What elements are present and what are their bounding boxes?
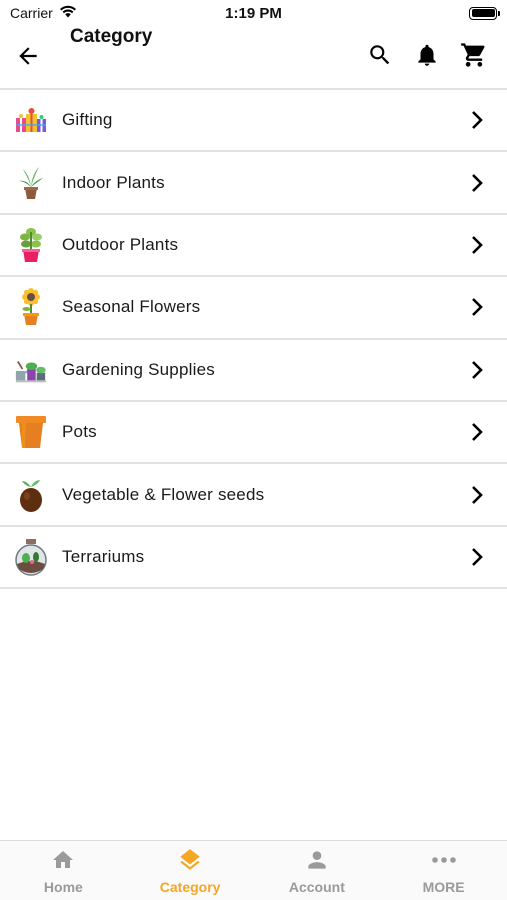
cart-icon	[461, 43, 485, 67]
chevron-right-icon	[472, 236, 483, 254]
nav-home[interactable]: Home	[0, 841, 127, 900]
nav-more[interactable]: MORE	[380, 841, 507, 900]
cart-button[interactable]	[459, 40, 489, 70]
nav-category[interactable]: Category	[127, 841, 254, 900]
battery-icon	[469, 6, 500, 20]
category-screen: Carrier 1:19 PM Category Gifting Indoor …	[0, 0, 507, 900]
seed-icon	[14, 475, 48, 515]
category-item-pots[interactable]: Pots	[0, 402, 507, 465]
nav-label: Account	[288, 878, 345, 895]
category-label: Seasonal Flowers	[62, 297, 201, 317]
header-actions	[365, 40, 489, 70]
category-item-gifting[interactable]: Gifting	[0, 90, 507, 153]
category-label: Pots	[62, 422, 97, 442]
wifi-icon	[59, 5, 77, 21]
category-label: Vegetable & Flower seeds	[62, 484, 265, 504]
back-arrow-icon	[19, 47, 37, 65]
page-title: Category	[70, 26, 153, 47]
status-left: Carrier	[10, 5, 77, 21]
person-icon	[304, 847, 330, 873]
notifications-button[interactable]	[412, 40, 442, 70]
chevron-right-icon	[472, 548, 483, 566]
search-icon	[370, 45, 390, 65]
bottom-nav: Home Category Account MORE	[0, 840, 507, 900]
back-button[interactable]	[12, 40, 44, 72]
sunflower-pot-icon	[14, 287, 48, 327]
category-list: Gifting Indoor Plants Outdoor Plants Sea…	[0, 88, 507, 590]
nav-label: MORE	[422, 878, 465, 895]
chevron-right-icon	[472, 485, 483, 504]
category-label: Outdoor Plants	[62, 234, 179, 254]
nav-label: Home	[43, 878, 83, 895]
category-label: Terrariums	[62, 546, 145, 566]
category-label: Indoor Plants	[62, 172, 165, 192]
chevron-right-icon	[472, 111, 483, 130]
category-item-gardening-supplies[interactable]: Gardening Supplies	[0, 340, 507, 402]
chevron-right-icon	[472, 360, 483, 379]
more-dots-icon	[431, 847, 457, 873]
terrarium-icon	[14, 537, 48, 577]
category-label: Gifting	[62, 110, 113, 130]
chevron-right-icon	[472, 298, 483, 317]
outdoor-plant-icon	[14, 225, 48, 265]
carrier-label: Carrier	[10, 5, 53, 21]
gift-box-icon	[14, 100, 48, 140]
home-icon	[50, 847, 76, 873]
category-item-indoor-plants[interactable]: Indoor Plants	[0, 152, 507, 215]
nav-label: Category	[159, 878, 221, 895]
status-time: 1:19 PM	[225, 4, 282, 22]
gardening-tools-icon	[14, 350, 48, 390]
indoor-plant-icon	[14, 163, 48, 203]
status-bar: Carrier 1:19 PM	[0, 0, 507, 26]
category-item-terrariums[interactable]: Terrariums	[0, 527, 507, 590]
layers-icon	[177, 847, 203, 873]
category-item-outdoor-plants[interactable]: Outdoor Plants	[0, 215, 507, 278]
clay-pot-icon	[14, 412, 48, 452]
category-item-vegetable-flower-seeds[interactable]: Vegetable & Flower seeds	[0, 464, 507, 527]
search-button[interactable]	[365, 40, 395, 70]
app-header: Category	[0, 26, 507, 88]
chevron-right-icon	[472, 423, 483, 442]
category-label: Gardening Supplies	[62, 359, 215, 379]
chevron-right-icon	[472, 173, 483, 192]
nav-account[interactable]: Account	[254, 841, 381, 900]
category-item-seasonal-flowers[interactable]: Seasonal Flowers	[0, 277, 507, 340]
bell-icon	[418, 44, 436, 66]
